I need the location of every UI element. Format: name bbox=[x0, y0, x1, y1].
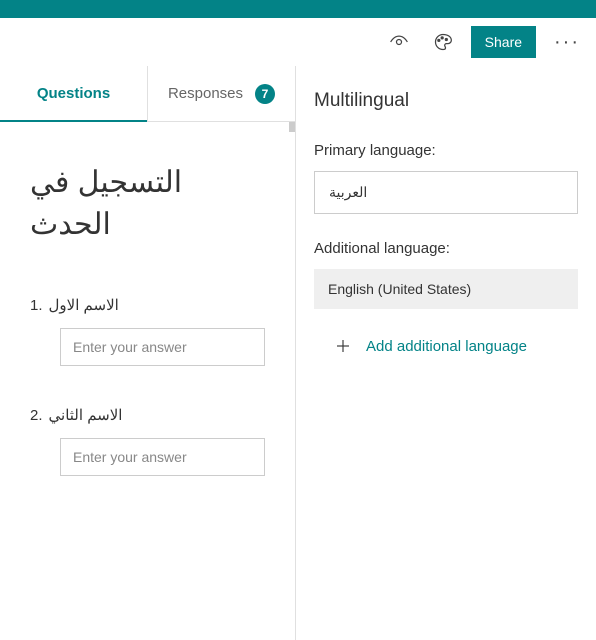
additional-language-row[interactable]: English (United States) bbox=[314, 269, 578, 309]
right-pane: Multilingual Primary language: العربية A… bbox=[296, 66, 596, 640]
tab-responses[interactable]: Responses 7 bbox=[148, 66, 295, 121]
share-button[interactable]: Share bbox=[471, 26, 536, 58]
primary-language-label: Primary language: bbox=[314, 142, 578, 159]
tab-questions-label: Questions bbox=[37, 85, 110, 102]
question-label: الاسم الاول bbox=[49, 296, 119, 314]
plus-icon bbox=[334, 337, 352, 355]
answer-input-1[interactable] bbox=[60, 328, 265, 366]
additional-language-label: Additional language: bbox=[314, 240, 578, 257]
tab-questions[interactable]: Questions bbox=[0, 66, 147, 121]
question-number: 2. bbox=[30, 407, 43, 424]
tabs: Questions Responses 7 bbox=[0, 66, 295, 122]
panel-title: Multilingual bbox=[314, 90, 578, 112]
tab-responses-label: Responses bbox=[168, 85, 243, 102]
question-label: الاسم الثاني bbox=[49, 406, 123, 424]
form-scroll[interactable]: التسجيل في الحدث 1. الاسم الاول 2. الاسم… bbox=[0, 122, 295, 640]
add-additional-language-button[interactable]: Add additional language bbox=[314, 337, 578, 355]
top-app-band bbox=[0, 0, 596, 18]
add-additional-language-label: Add additional language bbox=[366, 338, 527, 355]
preview-icon[interactable] bbox=[383, 26, 415, 58]
more-actions-icon[interactable]: ··· bbox=[548, 31, 586, 54]
question-1: 1. الاسم الاول bbox=[0, 266, 295, 376]
primary-language-box[interactable]: العربية bbox=[314, 171, 578, 214]
left-pane: Questions Responses 7 التسجيل في الحدث 1… bbox=[0, 66, 296, 640]
question-number: 1. bbox=[30, 297, 43, 314]
toolbar: Share ··· bbox=[0, 18, 596, 66]
scrollbar-thumb[interactable] bbox=[289, 122, 295, 132]
main-area: Questions Responses 7 التسجيل في الحدث 1… bbox=[0, 66, 596, 640]
responses-count-badge: 7 bbox=[255, 84, 275, 104]
question-2: 2. الاسم الثاني bbox=[0, 376, 295, 486]
form-title: التسجيل في الحدث bbox=[0, 122, 295, 266]
theme-icon[interactable] bbox=[427, 26, 459, 58]
answer-input-2[interactable] bbox=[60, 438, 265, 476]
